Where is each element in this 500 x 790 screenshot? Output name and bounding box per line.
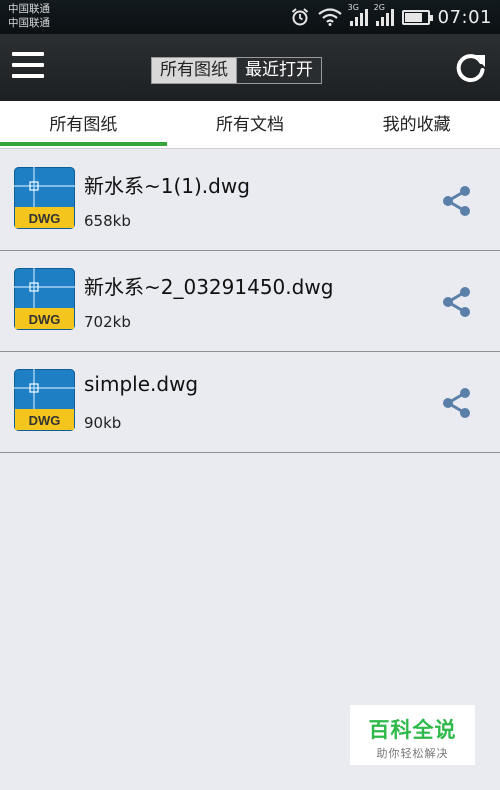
tab-favorites[interactable]: 我的收藏 <box>333 101 500 148</box>
tab-all-drawings[interactable]: 所有图纸 <box>0 101 167 148</box>
wifi-icon <box>317 8 342 26</box>
share-icon[interactable] <box>440 184 474 218</box>
file-size: 90kb <box>84 414 122 432</box>
signal-3g-icon: 3G <box>348 3 368 26</box>
tab-all-documents[interactable]: 所有文档 <box>167 101 334 148</box>
file-row[interactable]: DWG simple.dwg 90kb <box>0 352 500 453</box>
file-list: DWG 新水系~1(1).dwg 658kb DWG 新水系~2_0329145… <box>0 150 500 453</box>
app-toolbar: 所有图纸 最近打开 <box>0 34 500 101</box>
status-bar: 中国联通 中国联通 3G 2G 07:01 <box>0 0 500 34</box>
file-icon-label: DWG <box>29 413 61 428</box>
tab-bar: 所有图纸 所有文档 我的收藏 <box>0 101 500 149</box>
alarm-icon <box>291 8 308 26</box>
file-row[interactable]: DWG 新水系~1(1).dwg 658kb <box>0 150 500 251</box>
network-2g-label: 2G <box>373 3 385 12</box>
watermark-subtitle: 助你轻松解决 <box>376 747 449 760</box>
network-3g-label: 3G <box>347 3 359 12</box>
signal-2g-icon: 2G <box>374 3 394 26</box>
dwg-file-icon: DWG <box>14 369 75 431</box>
segment-all-drawings[interactable]: 所有图纸 <box>152 58 236 83</box>
file-row[interactable]: DWG 新水系~2_03291450.dwg 702kb <box>0 251 500 352</box>
file-size: 658kb <box>84 212 131 230</box>
watermark-logo: 百科全说 助你轻松解决 <box>350 705 475 765</box>
clock: 07:01 <box>437 6 492 28</box>
battery-fill <box>404 12 423 22</box>
file-name: 新水系~2_03291450.dwg <box>84 275 334 299</box>
file-size: 702kb <box>84 313 131 331</box>
view-segmented-control: 所有图纸 最近打开 <box>151 57 322 84</box>
watermark-title: 百科全说 <box>368 718 457 742</box>
refresh-icon[interactable] <box>454 50 488 84</box>
segment-recent[interactable]: 最近打开 <box>236 58 321 83</box>
dwg-file-icon: DWG <box>14 167 75 229</box>
file-name: simple.dwg <box>84 372 199 396</box>
file-icon-label: DWG <box>29 312 61 327</box>
hamburger-menu-icon[interactable] <box>12 52 44 82</box>
battery-icon <box>401 9 433 25</box>
share-icon[interactable] <box>440 285 474 319</box>
carrier-info: 中国联通 中国联通 <box>8 2 50 30</box>
carrier-1: 中国联通 <box>8 3 50 15</box>
share-icon[interactable] <box>440 386 474 420</box>
file-name: 新水系~1(1).dwg <box>84 174 250 198</box>
carrier-2: 中国联通 <box>8 17 50 29</box>
status-icons: 3G 2G 07:01 <box>290 0 492 34</box>
dwg-file-icon: DWG <box>14 268 75 330</box>
file-icon-label: DWG <box>29 211 61 226</box>
